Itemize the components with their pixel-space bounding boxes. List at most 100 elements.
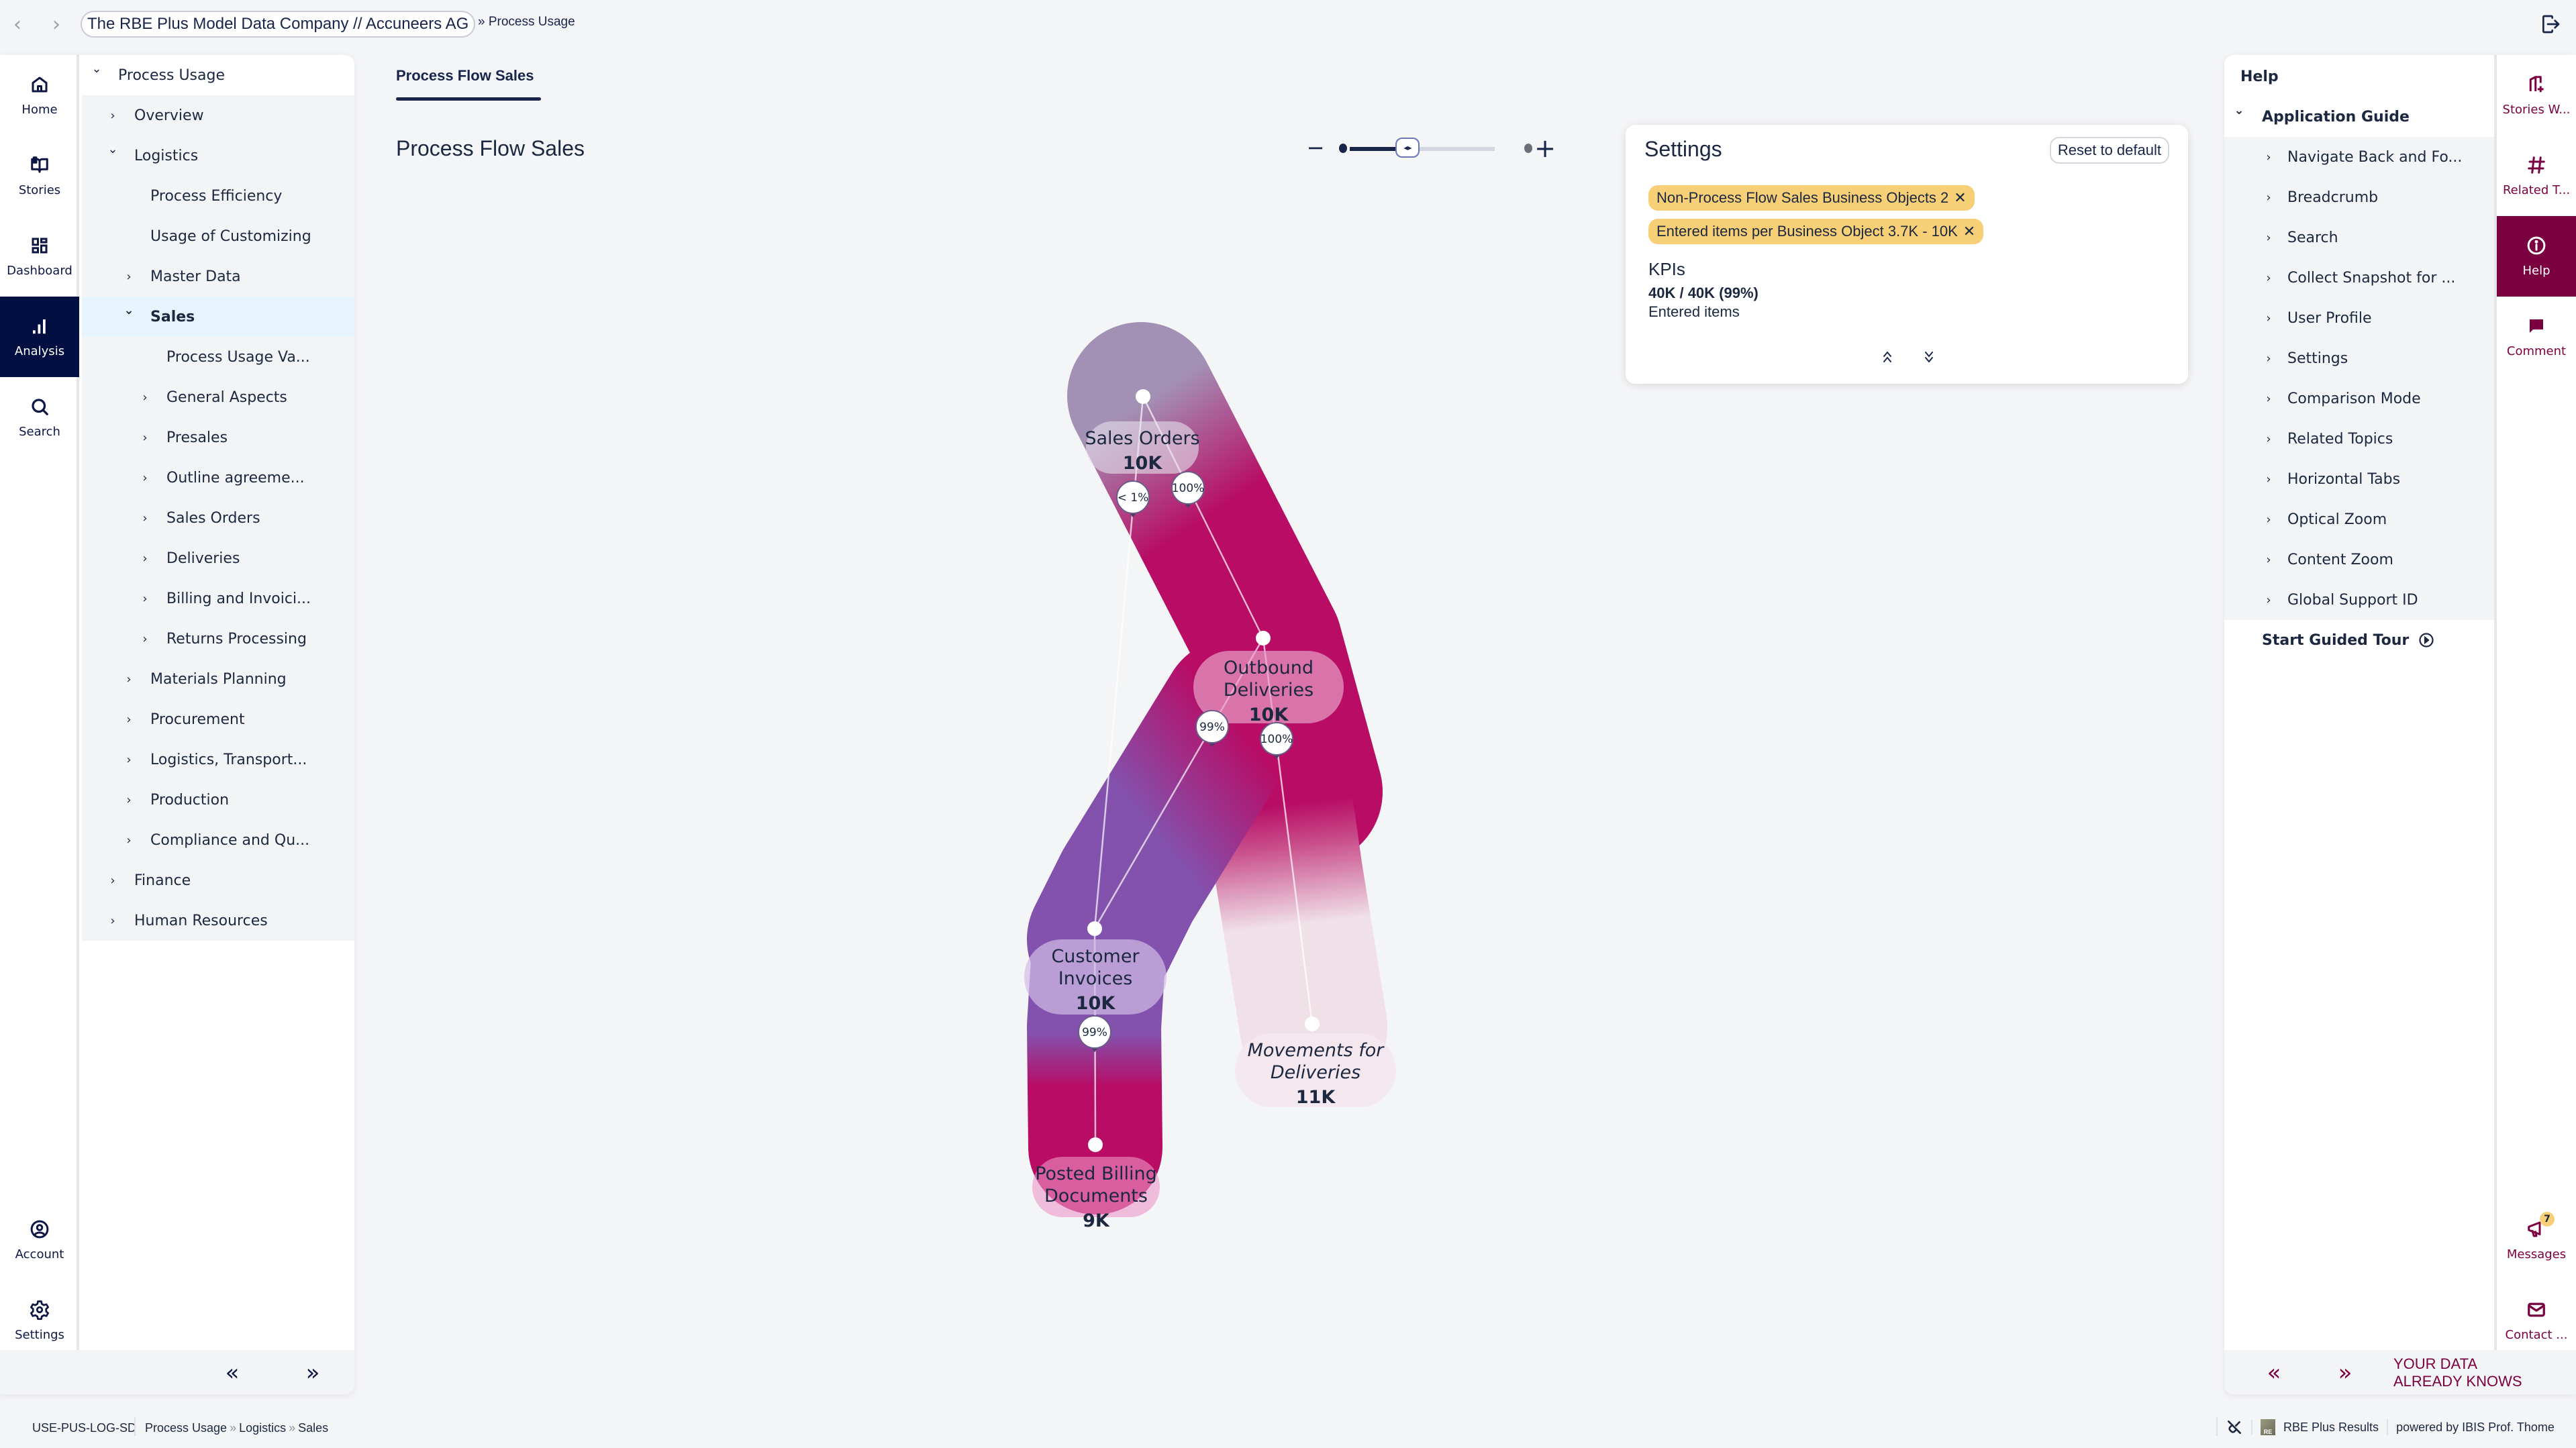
double-chevron-up-icon[interactable]	[1881, 349, 1897, 366]
chevron-right-icon[interactable]: ›	[43, 11, 70, 38]
chevron-right-icon[interactable]: ›	[138, 471, 152, 485]
tree-item[interactable]: › Outline agreeme...	[82, 458, 354, 498]
tree-item[interactable]: ⌄ Process Usage	[82, 55, 354, 95]
start-guided-tour-button[interactable]: Start Guided Tour	[2224, 620, 2494, 660]
zoom-slider-track[interactable]	[1350, 147, 1495, 151]
zoom-max-dot[interactable]	[1524, 144, 1532, 153]
help-item[interactable]: › Settings	[2224, 338, 2494, 378]
rail-item-dashboard[interactable]: Dashboard	[0, 216, 79, 297]
close-icon[interactable]: ✕	[1963, 223, 1975, 240]
chevron-right-icon[interactable]: ›	[122, 793, 136, 807]
top-breadcrumb[interactable]: » Process Usage	[478, 15, 575, 30]
logout-icon[interactable]	[2540, 13, 2561, 35]
reset-to-default-button[interactable]: Reset to default	[2049, 137, 2169, 164]
chevron-right-icon[interactable]: ›	[138, 391, 152, 405]
rail-item-related-topics[interactable]: Related T...	[2497, 136, 2576, 216]
tree-item[interactable]: › Logistics, Transport...	[82, 739, 354, 780]
tree-item[interactable]: › Compliance and Qu...	[82, 820, 354, 860]
chevron-right-icon[interactable]: ›	[122, 270, 136, 284]
zoom-out-button[interactable]: −	[1305, 137, 1326, 160]
edge-percentage-badge[interactable]: 100%	[1260, 722, 1293, 759]
help-section-application-guide[interactable]: ⌄ Application Guide	[2224, 97, 2494, 137]
tree-item[interactable]: › Sales Orders	[82, 498, 354, 538]
rail-item-contact[interactable]: Contact ...	[2497, 1280, 2576, 1361]
expand-panel-button[interactable]: »	[299, 1359, 326, 1386]
chevron-right-icon[interactable]: ›	[122, 713, 136, 727]
edge-percentage-badge[interactable]: 99%	[1195, 710, 1229, 747]
rail-item-account[interactable]: Account	[0, 1200, 79, 1280]
help-item[interactable]: › Search	[2224, 217, 2494, 258]
rail-item-messages[interactable]: 7 Messages	[2497, 1200, 2576, 1280]
help-item[interactable]: › Navigate Back and Fo...	[2224, 137, 2494, 177]
flow-node-movements-deliveries[interactable]: Movements forDeliveries 11K	[1235, 1017, 1396, 1108]
tree-item[interactable]: ⌄ Sales	[82, 297, 354, 337]
chevron-down-icon[interactable]: ⌄	[2232, 103, 2246, 117]
zoom-in-button[interactable]: +	[1534, 136, 1556, 161]
tree-item[interactable]: Usage of Customizing	[82, 216, 354, 256]
chevron-right-icon[interactable]: ›	[106, 874, 119, 888]
tree-item[interactable]: Process Usage Va...	[82, 337, 354, 377]
help-item[interactable]: › Content Zoom	[2224, 539, 2494, 580]
rail-item-stories[interactable]: Stories	[0, 136, 79, 216]
breadcrumb-item[interactable]: Process Usage	[145, 1421, 227, 1435]
close-icon[interactable]: ✕	[1954, 189, 1966, 207]
chevron-right-icon[interactable]: ›	[138, 592, 152, 606]
rail-item-comment[interactable]: Comment	[2497, 297, 2576, 377]
chevron-right-icon[interactable]: ›	[122, 833, 136, 847]
chevron-down-icon[interactable]: ⌄	[106, 142, 119, 156]
flow-node-customer-invoices[interactable]: CustomerInvoices 10K	[1024, 921, 1167, 1015]
company-selector[interactable]: The RBE Plus Model Data Company // Accun…	[81, 11, 476, 38]
tree-item[interactable]: › Overview	[82, 95, 354, 136]
help-item[interactable]: › Breadcrumb	[2224, 177, 2494, 217]
rail-item-stories-workspace[interactable]: Stories W...	[2497, 55, 2576, 136]
double-chevron-down-icon[interactable]	[1922, 349, 1938, 366]
chevron-right-icon[interactable]: ›	[122, 672, 136, 686]
chevron-right-icon[interactable]: ›	[138, 632, 152, 646]
tree-item[interactable]: Process Efficiency	[82, 176, 354, 216]
help-item[interactable]: › Global Support ID	[2224, 580, 2494, 620]
rail-item-help[interactable]: Help	[2497, 216, 2576, 297]
tree-item[interactable]: › Materials Planning	[82, 659, 354, 699]
tree-item[interactable]: › Human Resources	[82, 900, 354, 941]
tree-item[interactable]: › Master Data	[82, 256, 354, 297]
chevron-down-icon[interactable]: ⌄	[122, 303, 136, 317]
tree-item[interactable]: › Presales	[82, 417, 354, 458]
breadcrumb-item[interactable]: Logistics	[239, 1421, 286, 1435]
tree-item[interactable]: › Procurement	[82, 699, 354, 739]
chevron-right-icon[interactable]: ›	[138, 511, 152, 525]
chevron-right-icon[interactable]: ›	[122, 753, 136, 767]
help-item[interactable]: › Related Topics	[2224, 419, 2494, 459]
tree-item[interactable]: › Billing and Invoici...	[82, 578, 354, 619]
tree-item[interactable]: › Deliveries	[82, 538, 354, 578]
help-item[interactable]: › Comparison Mode	[2224, 378, 2494, 419]
edge-percentage-badge[interactable]: 100%	[1171, 471, 1205, 508]
tree-item[interactable]: ⌄ Logistics	[82, 136, 354, 176]
zoom-slider-handle[interactable]: ◂▸	[1395, 138, 1420, 158]
tree-item[interactable]: › Finance	[82, 860, 354, 900]
filter-chip[interactable]: Entered items per Business Object 3.7K -…	[1648, 219, 1984, 244]
tree-item[interactable]: › General Aspects	[82, 377, 354, 417]
help-item[interactable]: › Collect Snapshot for ...	[2224, 258, 2494, 298]
edge-percentage-badge[interactable]: < 1%	[1116, 480, 1150, 517]
disconnected-plug-icon[interactable]	[2226, 1418, 2243, 1436]
chevron-right-icon[interactable]: ›	[106, 109, 119, 123]
chevron-right-icon[interactable]: ›	[106, 914, 119, 928]
tree-item[interactable]: › Returns Processing	[82, 619, 354, 659]
rail-item-settings[interactable]: Settings	[0, 1280, 79, 1361]
tree-item[interactable]: › Production	[82, 780, 354, 820]
rail-item-search[interactable]: Search	[0, 377, 79, 458]
tab-process-flow-sales[interactable]: Process Flow Sales	[396, 67, 534, 85]
help-item[interactable]: › Optical Zoom	[2224, 499, 2494, 539]
chevron-right-icon[interactable]: ›	[138, 431, 152, 445]
help-item[interactable]: › Horizontal Tabs	[2224, 459, 2494, 499]
chevron-left-icon[interactable]: ‹	[4, 11, 31, 38]
help-item[interactable]: › User Profile	[2224, 298, 2494, 338]
filter-chip[interactable]: Non-Process Flow Sales Business Objects …	[1648, 185, 1975, 211]
rail-item-analysis[interactable]: Analysis	[0, 297, 79, 377]
chevron-right-icon[interactable]: ›	[138, 552, 152, 566]
expand-help-button[interactable]: »	[2332, 1359, 2359, 1386]
collapse-panel-button[interactable]: «	[219, 1359, 246, 1386]
rail-item-home[interactable]: Home	[0, 55, 79, 136]
collapse-help-button[interactable]: «	[2261, 1359, 2287, 1386]
chevron-down-icon[interactable]: ⌄	[90, 62, 103, 76]
